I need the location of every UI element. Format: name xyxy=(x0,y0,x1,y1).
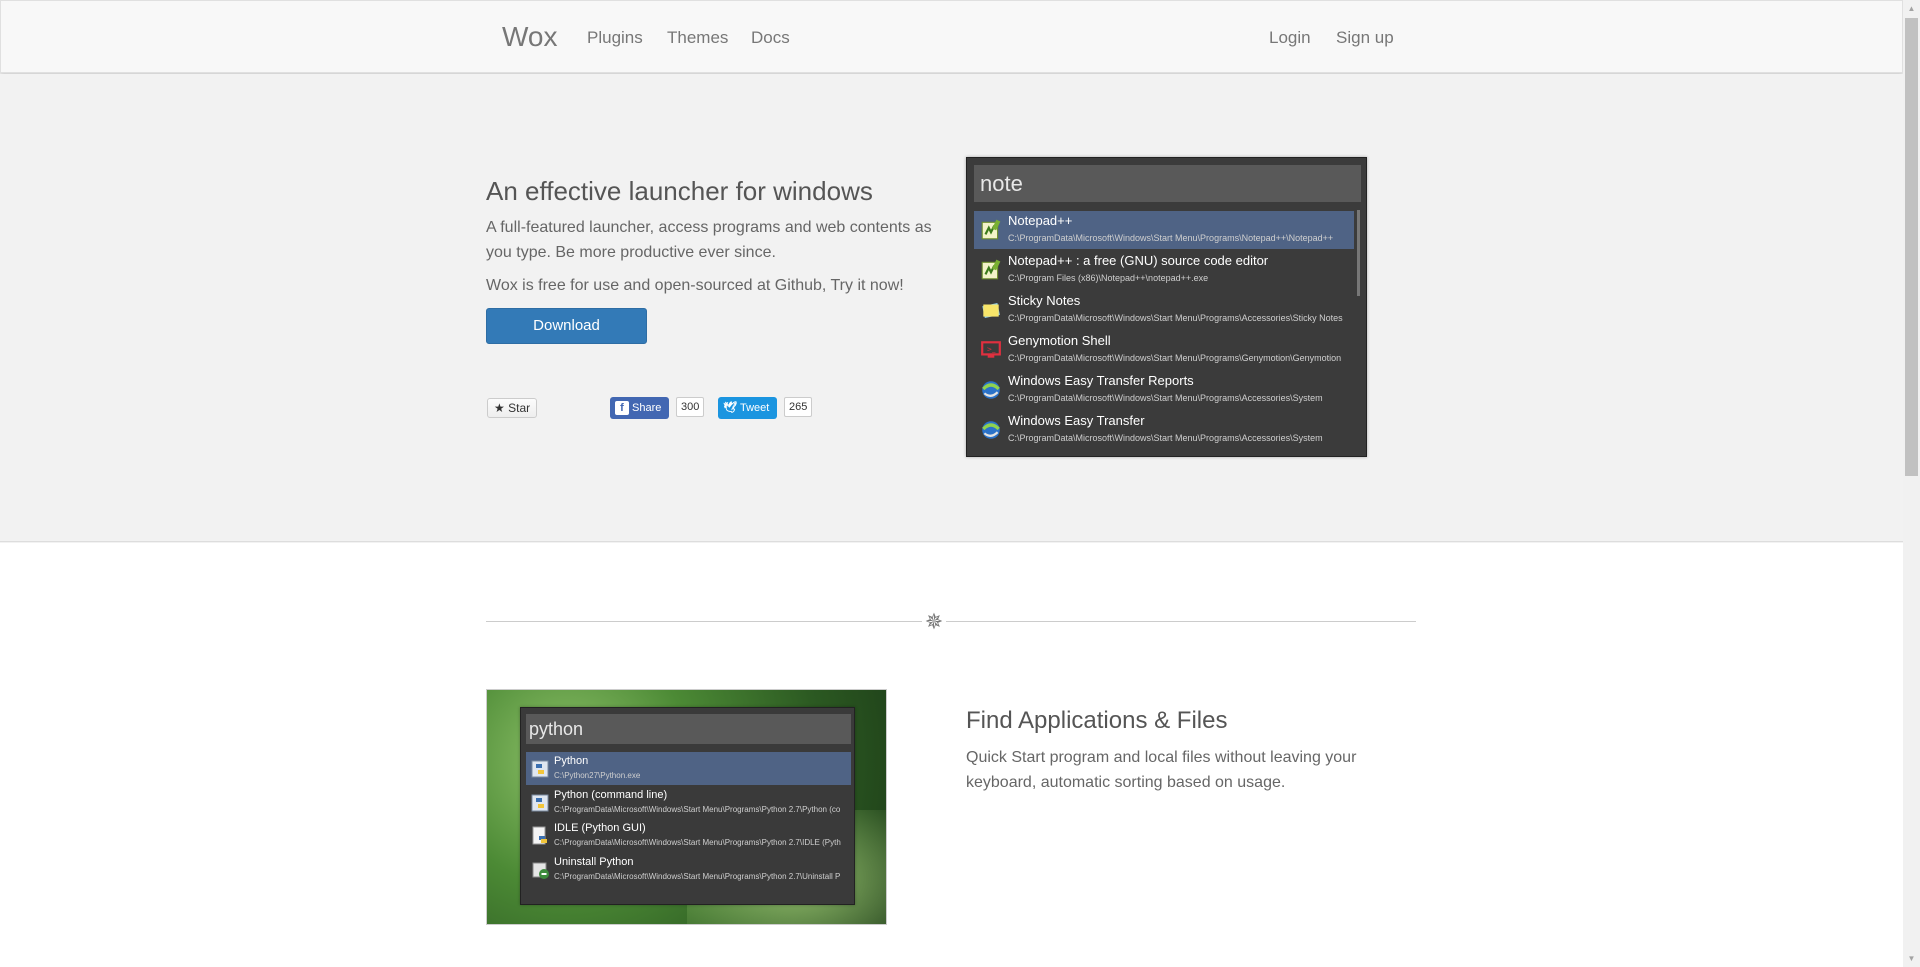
nav-link-plugins[interactable]: Plugins xyxy=(587,28,643,48)
share-label: Share xyxy=(632,402,662,414)
launcher-query-box: note xyxy=(974,165,1361,202)
python-launcher-result-item[interactable]: Python (command line) C:\ProgramData\Micr… xyxy=(526,786,851,819)
hero-free-text: Wox is free for use and open-sourced at … xyxy=(486,277,904,294)
nav-link-docs[interactable]: Docs xyxy=(751,28,790,48)
star-icon: ★ xyxy=(494,401,505,415)
launcher-screenshot-python: python Python C:\Python27\Python.exe Pytho… xyxy=(520,707,855,905)
launcher-result-name: Sticky Notes xyxy=(1008,293,1081,308)
share-count: 300 xyxy=(676,397,705,417)
star-label: Star xyxy=(508,401,531,415)
launcher-result-path: C:\ProgramData\Microsoft\Windows\Start M… xyxy=(1008,353,1342,363)
hero-description: A full-featured launcher, access program… xyxy=(486,219,932,261)
section-divider xyxy=(486,621,1416,622)
nav-link-signup[interactable]: Sign up xyxy=(1336,28,1394,48)
launcher-result-item[interactable]: Notepad++ C:\ProgramData\Microsoft\Window… xyxy=(974,211,1354,249)
launcher-result-path: C:\ProgramData\Microsoft\Windows\Start M… xyxy=(1008,233,1334,243)
launcher-result-item[interactable]: Sticky Notes C:\ProgramData\Microsoft\Win… xyxy=(974,291,1354,329)
scroll-thumb[interactable] xyxy=(1905,18,1918,476)
github-star-button[interactable]: ★ Star xyxy=(487,398,538,418)
features-section xyxy=(0,543,1903,967)
launcher-result-item[interactable]: Windows Easy Transfer C:\ProgramData\Micr… xyxy=(974,411,1354,449)
launcher-result-item[interactable]: >_ Genymotion Shell C:\ProgramData\Microso… xyxy=(974,331,1354,369)
page-scrollbar[interactable]: ▲ ▼ xyxy=(1903,0,1920,967)
idle-icon xyxy=(530,826,550,851)
notepadpp-icon xyxy=(980,219,1002,246)
uninstall-icon xyxy=(530,860,550,885)
python-icon xyxy=(530,759,550,784)
svg-text:>_: >_ xyxy=(987,346,997,354)
python-launcher-result-name: Python (command line) xyxy=(554,788,668,801)
python-launcher-result-item[interactable]: Python C:\Python27\Python.exe xyxy=(526,752,851,785)
easy-transfer-icon xyxy=(980,419,1002,446)
nav-link-themes[interactable]: Themes xyxy=(667,28,728,48)
python-launcher-result-path: C:\ProgramData\Microsoft\Windows\Start M… xyxy=(554,838,841,847)
sticky-notes-icon xyxy=(980,299,1002,326)
tweet-button[interactable]: 🕊 Tweet xyxy=(718,397,778,419)
python-launcher-result-path: C:\ProgramData\Microsoft\Windows\Start M… xyxy=(554,871,841,881)
python-launcher-result-name: Python xyxy=(554,755,589,767)
hero-title: An effective launcher for windows xyxy=(486,176,873,206)
python-launcher-result-item[interactable]: Uninstall Python C:\ProgramData\Microsoft… xyxy=(526,853,851,886)
launcher-screenshot-note: note Notepad++ C:\ProgramData\Microsoft\W… xyxy=(966,157,1367,457)
launcher-result-name: Windows Easy Transfer xyxy=(1008,413,1145,428)
launcher-result-path: C:\ProgramData\Microsoft\Windows\Start M… xyxy=(1008,313,1343,323)
python-launcher-result-name: Uninstall Python xyxy=(554,855,634,868)
launcher-scrollbar xyxy=(1357,210,1360,296)
feature-description: Quick Start program and local files with… xyxy=(966,749,1357,791)
twitter-bird-icon: 🕊 xyxy=(723,402,737,414)
scroll-up-arrow-icon[interactable]: ▲ xyxy=(1903,0,1920,17)
tweet-count: 265 xyxy=(784,397,813,417)
python-launcher-result-path: C:\ProgramData\Microsoft\Windows\Start M… xyxy=(554,804,841,814)
launcher-result-path: C:\ProgramData\Microsoft\Windows\Start M… xyxy=(1008,433,1323,443)
launcher-result-name: Notepad++ xyxy=(1008,213,1073,228)
launcher-result-item[interactable]: Windows Easy Transfer Reports C:\ProgramD… xyxy=(974,371,1354,409)
python-icon xyxy=(530,793,550,818)
facebook-share-button[interactable]: f Share xyxy=(610,397,670,419)
launcher-result-path: C:\ProgramData\Microsoft\Windows\Start M… xyxy=(1008,393,1323,403)
python-launcher-result-name: IDLE (Python GUI) xyxy=(554,822,646,834)
notepadpp-icon xyxy=(980,259,1002,286)
download-button[interactable]: Download xyxy=(486,308,647,344)
tweet-label: Tweet xyxy=(740,402,770,414)
scroll-down-arrow-icon[interactable]: ▼ xyxy=(1903,950,1920,967)
top-navbar: Wox Plugins Themes Docs Login Sign up xyxy=(0,0,1903,73)
feature-title: Find Applications & Files xyxy=(966,707,1228,734)
launcher-result-name: Notepad++ : a free (GNU) source code edi… xyxy=(1008,253,1269,268)
python-search-screenshot: python Python C:\Python27\Python.exe Pytho… xyxy=(486,689,887,925)
launcher-result-name: Windows Easy Transfer Reports xyxy=(1008,373,1194,388)
hero-section: An effective launcher for windows A full… xyxy=(0,74,1903,542)
launcher-query-box-python: python xyxy=(526,714,851,744)
facebook-icon: f xyxy=(615,401,629,415)
launcher-result-name: Genymotion Shell xyxy=(1008,333,1111,348)
launcher-result-path: C:\Program Files (x86)\Notepad++\notepad… xyxy=(1008,273,1209,283)
genymotion-icon: >_ xyxy=(980,339,1002,366)
python-launcher-result-path: C:\Python27\Python.exe xyxy=(554,771,641,780)
brand-logo[interactable]: Wox xyxy=(502,21,558,53)
python-launcher-result-item[interactable]: IDLE (Python GUI) C:\ProgramData\Microsof… xyxy=(526,819,851,852)
nav-link-login[interactable]: Login xyxy=(1269,28,1311,48)
divider-star-icon: ✵ xyxy=(922,610,946,634)
easy-transfer-icon xyxy=(980,379,1002,406)
launcher-result-item[interactable]: Notepad++ : a free (GNU) source code edi… xyxy=(974,251,1354,289)
